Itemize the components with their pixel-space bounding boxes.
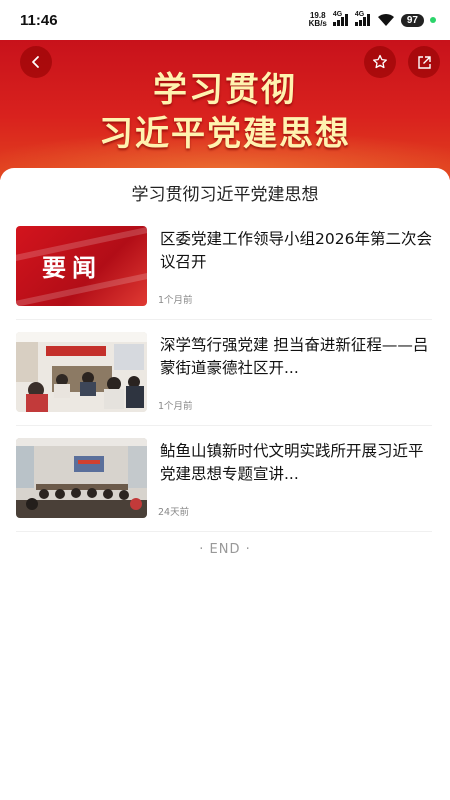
lecture-photo — [16, 438, 147, 518]
header-banner: 学习贯彻 习近平党建思想 — [0, 40, 450, 180]
star-icon — [373, 54, 387, 69]
article-title[interactable]: 深学笃行强党建 担当奋进新征程——吕蒙街道豪德社区开... — [160, 334, 432, 380]
wifi-icon — [377, 13, 394, 26]
section-title: 学习贯彻习近平党建思想 — [131, 185, 319, 205]
share-icon — [417, 55, 431, 69]
article-thumbnail — [16, 332, 147, 412]
status-icons: 19.8 KB/s 4G 4G 97 — [309, 11, 436, 28]
share-button[interactable] — [408, 46, 440, 78]
content-panel: 学习贯彻习近平党建思想 要闻 区委党建工作领导小组2026年第二次会议召开 1个… — [0, 168, 450, 800]
article-time: 24天前 — [158, 507, 190, 518]
signal-icon: 4G — [354, 11, 371, 26]
article-time: 1个月前 — [158, 295, 193, 306]
signal-label: 4G — [332, 11, 343, 18]
article-item[interactable]: 鲇鱼山镇新时代文明实践所开展习近平党建思想专题宣讲... 24天前 — [16, 438, 432, 532]
article-item[interactable]: 要闻 区委党建工作领导小组2026年第二次会议召开 1个月前 — [16, 226, 432, 320]
privacy-dot — [430, 17, 436, 23]
article-thumbnail: 要闻 — [16, 226, 147, 306]
meeting-photo — [16, 332, 147, 412]
status-time: 11:46 — [20, 11, 58, 29]
article-title[interactable]: 鲇鱼山镇新时代文明实践所开展习近平党建思想专题宣讲... — [160, 440, 432, 486]
page: 11:46 19.8 KB/s 4G 4G 97 学习贯彻 习近平党建思想 学习… — [0, 0, 450, 800]
status-bar: 11:46 19.8 KB/s 4G 4G 97 — [0, 0, 450, 40]
back-button[interactable] — [20, 46, 52, 78]
favorite-button[interactable] — [364, 46, 396, 78]
banner-title-line2: 习近平党建思想 — [99, 114, 351, 154]
list-end-marker: · END · — [199, 542, 251, 557]
thumbnail-label: 要闻 — [42, 254, 102, 282]
article-time: 1个月前 — [158, 401, 193, 412]
article-thumbnail — [16, 438, 147, 518]
signal-label: 4G — [354, 11, 365, 18]
article-title[interactable]: 区委党建工作领导小组2026年第二次会议召开 — [160, 228, 432, 274]
net-speed-unit: KB/s — [308, 19, 327, 28]
signal-icon: 4G — [332, 11, 349, 26]
battery-icon: 97 — [400, 13, 424, 27]
back-icon — [32, 56, 39, 68]
article-item[interactable]: 深学笃行强党建 担当奋进新征程——吕蒙街道豪德社区开... 1个月前 — [16, 332, 432, 426]
net-speed: 19.8 KB/s — [309, 12, 327, 28]
